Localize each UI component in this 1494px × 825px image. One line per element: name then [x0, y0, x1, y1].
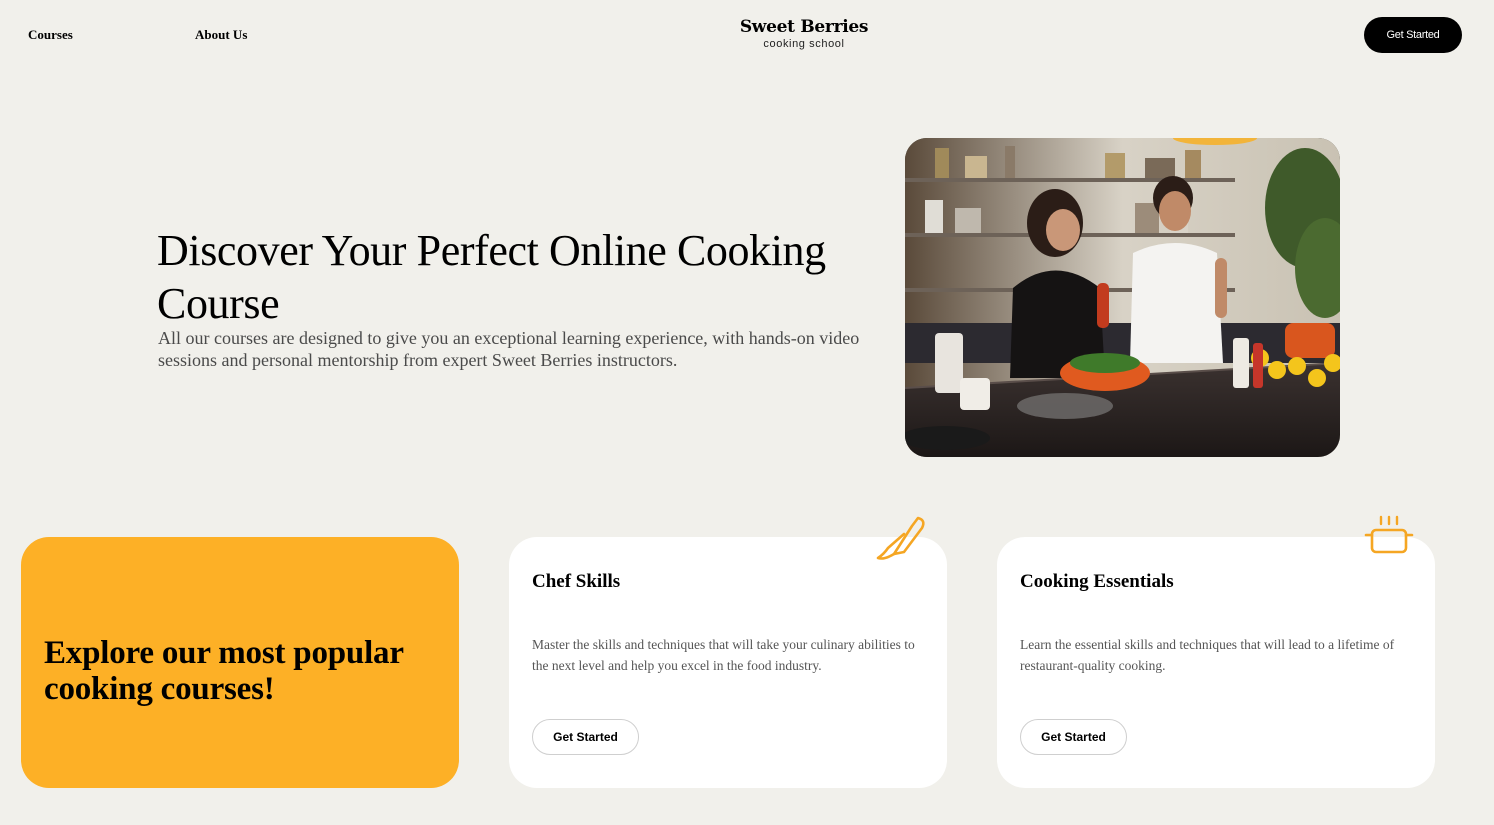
brand-logo[interactable]: Sweet Berries cooking school — [736, 16, 872, 50]
nav-courses-link[interactable]: Courses — [28, 27, 73, 43]
hero-image — [905, 138, 1340, 457]
course-card-cooking-essentials[interactable]: Cooking Essentials Learn the essential s… — [997, 537, 1435, 788]
course-title: Chef Skills — [532, 571, 621, 592]
hero-description: All our courses are designed to give you… — [158, 328, 860, 370]
hero-title: Discover Your Perfect Online Cooking Cou… — [157, 226, 826, 328]
course-title: Cooking Essentials — [1020, 571, 1174, 592]
brand-subtitle: cooking school — [763, 38, 845, 50]
header-get-started-button[interactable]: Get Started — [1364, 17, 1462, 53]
hero-image-illustration — [905, 138, 1340, 457]
knife-icon — [876, 516, 925, 560]
nav-about-link[interactable]: About Us — [195, 27, 247, 43]
pot-icon — [1364, 515, 1414, 554]
promo-card: Explore our most popular cooking courses… — [21, 537, 459, 788]
course-description: Learn the essential skills and technique… — [1020, 637, 1395, 673]
course-description: Master the skills and techniques that wi… — [532, 637, 915, 673]
course-card-chef-skills[interactable]: Chef Skills Master the skills and techni… — [509, 537, 947, 788]
promo-title: Explore our most popular cooking courses… — [44, 635, 404, 707]
brand-name: Sweet Berries — [739, 17, 869, 37]
chef-skills-get-started-button[interactable]: Get Started — [532, 719, 639, 755]
cooking-essentials-get-started-button[interactable]: Get Started — [1020, 719, 1127, 755]
